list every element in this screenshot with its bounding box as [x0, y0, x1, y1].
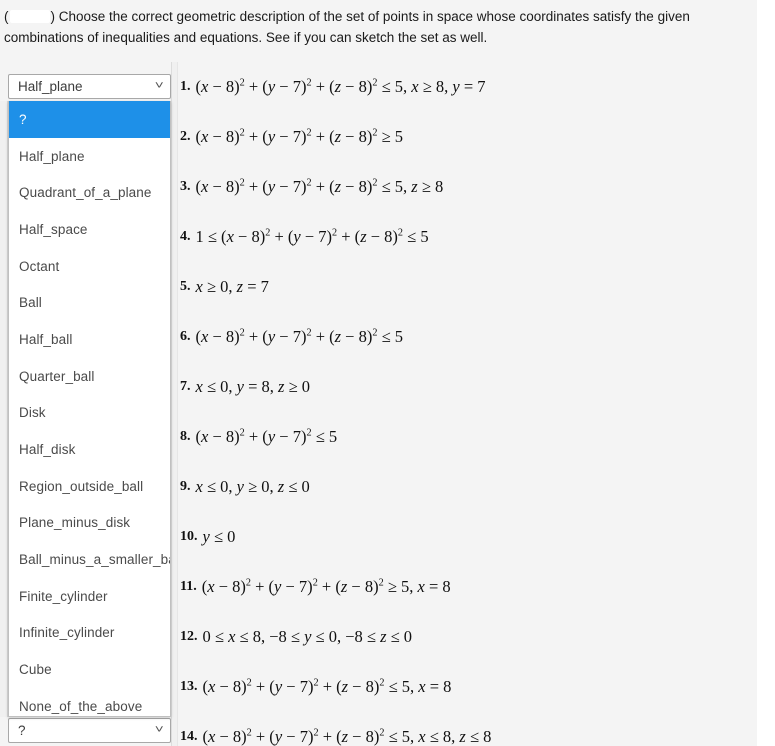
list-item: 2. (x − 8)2 + (y − 7)2 + (z − 8)2 ≥ 5	[178, 112, 758, 162]
prompt-paren-open: (	[4, 9, 9, 24]
dropdown-option[interactable]: Plane_minus_disk	[9, 505, 170, 542]
item-expression: (x − 8)2 + (y − 7)2 + (z − 8)2 ≥ 5, x = …	[201, 577, 451, 596]
list-item: 5. x ≥ 0, z = 7	[178, 262, 758, 312]
dropdown-option[interactable]: Half_space	[9, 211, 170, 248]
item-expression: (x − 8)2 + (y − 7)2 + (z − 8)2 ≤ 5, z ≥ …	[195, 177, 444, 196]
dropdown-option[interactable]: Ball_minus_a_smaller_ball	[9, 541, 170, 578]
dropdown-option[interactable]: Cube	[9, 651, 170, 688]
item-expression: x ≥ 0, z = 7	[195, 277, 269, 296]
item-expression: (x − 8)2 + (y − 7)2 ≤ 5	[195, 427, 338, 446]
question-prompt: () Choose the correct geometric descript…	[4, 6, 760, 48]
dropdown-option[interactable]: Finite_cylinder	[9, 578, 170, 615]
item-number: 5.	[180, 279, 191, 294]
list-item: 3. (x − 8)2 + (y − 7)2 + (z − 8)2 ≤ 5, z…	[178, 162, 758, 212]
dropdown-option[interactable]: Disk	[9, 395, 170, 432]
dropdown-option[interactable]: Half_disk	[9, 431, 170, 468]
prompt-text: Choose the correct geometric description…	[4, 9, 690, 45]
list-item: 12. 0 ≤ x ≤ 8, −8 ≤ y ≤ 0, −8 ≤ z ≤ 0	[178, 612, 758, 662]
dropdown-option[interactable]: Half_plane	[9, 138, 170, 175]
item-number: 3.	[180, 179, 191, 194]
item-expression: (x − 8)2 + (y − 7)2 + (z − 8)2 ≤ 5, x ≥ …	[195, 77, 486, 96]
list-item: 11. (x − 8)2 + (y − 7)2 + (z − 8)2 ≥ 5, …	[178, 562, 758, 612]
content-scrollbar-track[interactable]	[171, 62, 178, 746]
list-item: 7. x ≤ 0, y = 8, z ≥ 0	[178, 362, 758, 412]
item-number: 9.	[180, 479, 191, 494]
item-number: 12.	[180, 629, 198, 644]
page-root: () Choose the correct geometric descript…	[0, 0, 775, 746]
dropdown-option[interactable]: Quarter_ball	[9, 358, 170, 395]
list-item: 1. (x − 8)2 + (y − 7)2 + (z − 8)2 ≤ 5, x…	[178, 62, 758, 112]
dropdown-option[interactable]: Half_ball	[9, 321, 170, 358]
item-number: 7.	[180, 379, 191, 394]
dropdown-option[interactable]: Ball	[9, 284, 170, 321]
dropdown-option[interactable]: Quadrant_of_a_plane	[9, 174, 170, 211]
dropdown-left-track[interactable]	[0, 101, 8, 717]
dropdown-option[interactable]: None_of_the_above	[9, 688, 170, 716]
item-expression: y ≤ 0	[202, 527, 236, 546]
item-number: 1.	[180, 79, 191, 94]
list-item: 8. (x − 8)2 + (y − 7)2 ≤ 5	[178, 412, 758, 462]
dropdown-option[interactable]: Region_outside_ball	[9, 468, 170, 505]
list-item: 14. (x − 8)2 + (y − 7)2 + (z − 8)2 ≤ 5, …	[178, 712, 758, 746]
list-item: 13. (x − 8)2 + (y − 7)2 + (z − 8)2 ≤ 5, …	[178, 662, 758, 712]
right-gutter	[757, 0, 775, 746]
item-expression: (x − 8)2 + (y − 7)2 + (z − 8)2 ≤ 5	[195, 327, 404, 346]
redacted-blank	[9, 10, 50, 23]
item-number: 14.	[180, 729, 198, 744]
dropdown-option[interactable]: Infinite_cylinder	[9, 615, 170, 652]
item-number: 10.	[180, 529, 198, 544]
dropdown-option[interactable]: ?	[9, 101, 170, 138]
item-expression: (x − 8)2 + (y − 7)2 + (z − 8)2 ≤ 5, x = …	[202, 677, 452, 696]
chevron-down-icon: ˅	[154, 80, 164, 92]
geometric-description-dropdown-list[interactable]: ? Half_plane Quadrant_of_a_plane Half_sp…	[8, 101, 171, 717]
list-item: 10. y ≤ 0	[178, 512, 758, 562]
item-expression: 0 ≤ x ≤ 8, −8 ≤ y ≤ 0, −8 ≤ z ≤ 0	[202, 627, 413, 646]
item-number: 4.	[180, 229, 191, 244]
select-value: ?	[18, 723, 26, 738]
list-item: 6. (x − 8)2 + (y − 7)2 + (z − 8)2 ≤ 5	[178, 312, 758, 362]
geometric-description-select-next[interactable]: ? ˅	[8, 718, 171, 743]
item-number: 13.	[180, 679, 198, 694]
select-value: Half_plane	[18, 79, 83, 94]
item-number: 2.	[180, 129, 191, 144]
geometric-description-select[interactable]: Half_plane ˅	[8, 74, 171, 99]
item-expression: x ≤ 0, y = 8, z ≥ 0	[195, 377, 311, 396]
list-item: 4. 1 ≤ (x − 8)2 + (y − 7)2 + (z − 8)2 ≤ …	[178, 212, 758, 262]
item-number: 8.	[180, 429, 191, 444]
item-expression: (x − 8)2 + (y − 7)2 + (z − 8)2 ≤ 5, x ≤ …	[202, 727, 492, 746]
item-number: 6.	[180, 329, 191, 344]
item-number: 11.	[180, 579, 197, 594]
dropdown-option[interactable]: Octant	[9, 248, 170, 285]
item-expression: 1 ≤ (x − 8)2 + (y − 7)2 + (z − 8)2 ≤ 5	[195, 227, 429, 246]
item-expression: x ≤ 0, y ≥ 0, z ≤ 0	[195, 477, 310, 496]
list-item: 9. x ≤ 0, y ≥ 0, z ≤ 0	[178, 462, 758, 512]
chevron-down-icon: ˅	[154, 724, 164, 736]
inequality-items-list: 1. (x − 8)2 + (y − 7)2 + (z − 8)2 ≤ 5, x…	[178, 62, 758, 746]
item-expression: (x − 8)2 + (y − 7)2 + (z − 8)2 ≥ 5	[195, 127, 404, 146]
